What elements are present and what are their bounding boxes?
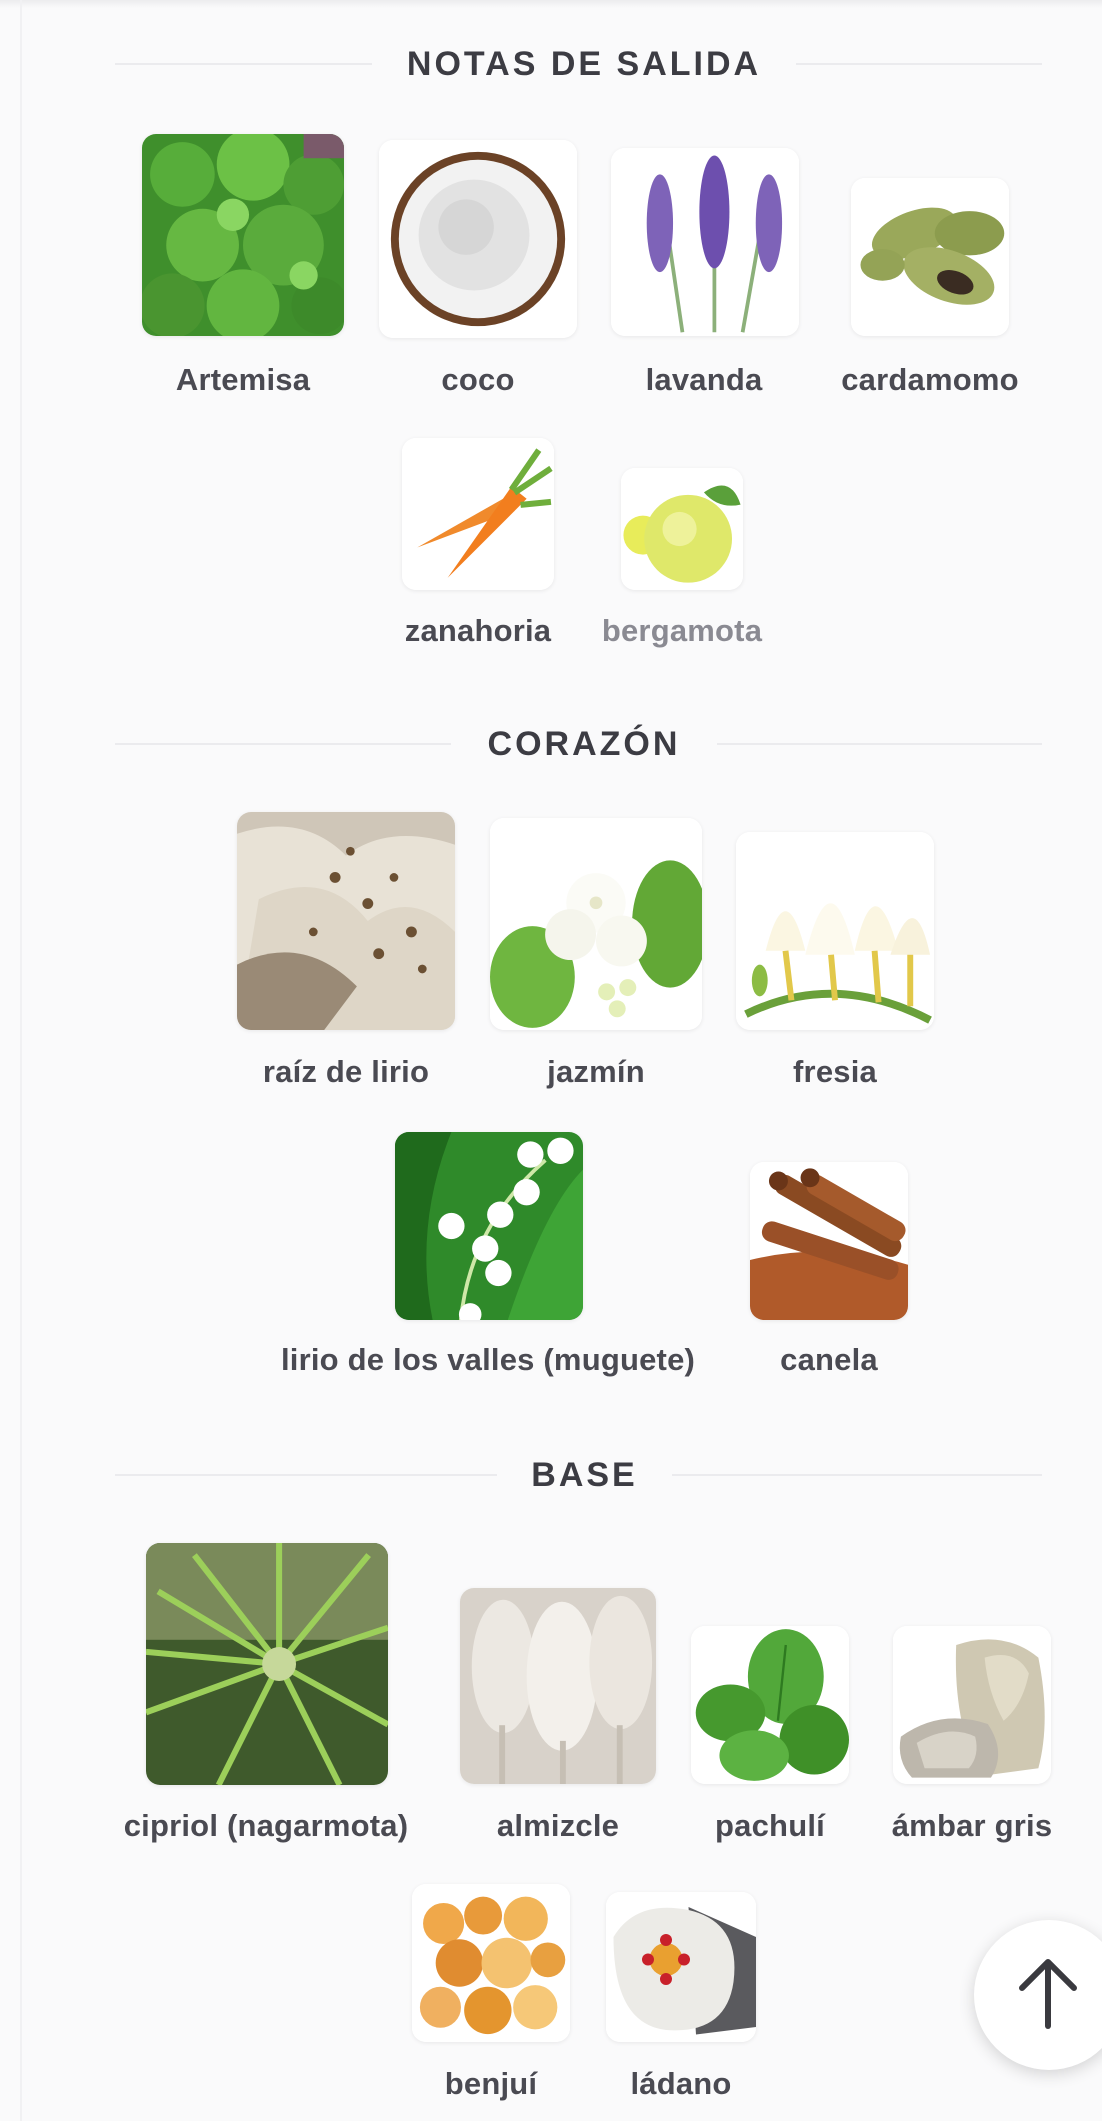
section-title: NOTAS DE SALIDA (372, 29, 796, 99)
section-heading-heart-notes: CORAZÓN (0, 709, 1102, 779)
section-heading-top-notes: NOTAS DE SALIDA (0, 29, 1102, 99)
artemisa-image (142, 134, 344, 336)
note-label: coco (441, 362, 515, 397)
note-label: benjuí (444, 2066, 538, 2101)
note-label: Artemisa (175, 362, 311, 397)
note-label: raíz de lirio (262, 1054, 430, 1089)
note-label: zanahoria (404, 613, 552, 648)
section-title: CORAZÓN (451, 709, 717, 779)
page-edge (20, 0, 22, 2121)
coco-image (379, 140, 577, 338)
note-label: cipriol (nagarmota) (123, 1808, 409, 1843)
lirio-de-los-valles-image (395, 1132, 583, 1320)
raiz-de-lirio-image (237, 812, 455, 1030)
note-label: canela (780, 1342, 878, 1377)
bergamota-image (621, 468, 743, 590)
top-shadow (0, 0, 1102, 8)
fresia-image (736, 832, 934, 1030)
jazmin-image (490, 818, 702, 1030)
note-label: cardamomo (841, 362, 1019, 397)
note-label: jazmín (547, 1054, 645, 1089)
cardamomo-image (851, 178, 1009, 336)
note-label: ámbar gris (891, 1808, 1053, 1843)
almizcle-image (460, 1588, 656, 1784)
note-label: pachulí (715, 1808, 825, 1843)
zanahoria-image (402, 438, 554, 590)
note-label: lirio de los valles (muguete) (280, 1342, 696, 1377)
canela-image (750, 1162, 908, 1320)
lavanda-image (611, 148, 799, 336)
cipriol-image (146, 1543, 388, 1785)
note-label: bergamota (601, 613, 763, 648)
note-label: ládano (630, 2066, 732, 2101)
arrow-up-icon (1019, 1959, 1077, 2029)
ladano-image (606, 1892, 756, 2042)
section-title: BASE (497, 1440, 672, 1510)
benjui-image (412, 1884, 570, 2042)
note-label: lavanda (645, 362, 763, 397)
section-heading-base-notes: BASE (0, 1440, 1102, 1510)
note-label: almizcle (496, 1808, 620, 1843)
note-label: fresia (793, 1054, 877, 1089)
ambar-gris-image (893, 1626, 1051, 1784)
pachuli-image (691, 1626, 849, 1784)
back-to-top-button[interactable] (974, 1920, 1102, 2070)
